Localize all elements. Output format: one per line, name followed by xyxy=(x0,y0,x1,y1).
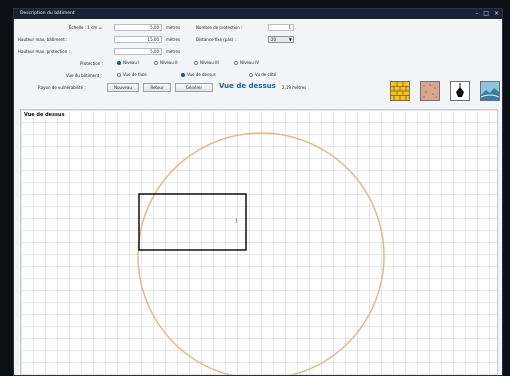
protection-label: Protection : xyxy=(80,61,103,66)
distance-label: Distance fixe (pas) : xyxy=(196,37,237,42)
chevron-down-icon: ▼ xyxy=(288,37,292,42)
view-subtitle: 2,19 mètres xyxy=(282,85,307,90)
hauteur-protection-unit: mètres xyxy=(166,49,181,54)
nombre-protection-label: Nombre de protection : xyxy=(196,25,243,30)
protection-radio-niveau-2[interactable]: Niveau II xyxy=(154,60,178,65)
retour-button[interactable]: Retour xyxy=(143,83,171,92)
window-controls: – □ × xyxy=(475,9,499,19)
brick-wall-button[interactable] xyxy=(390,81,410,101)
top-view-drawing: ! xyxy=(137,132,385,375)
radio-icon xyxy=(234,60,238,65)
radio-icon xyxy=(194,60,198,65)
radio-icon xyxy=(154,60,158,65)
vue-radio-face[interactable]: Vue de face xyxy=(117,72,147,77)
minimize-icon[interactable]: – xyxy=(475,9,478,19)
distance-select[interactable]: 20 ▼ xyxy=(268,36,294,43)
vue-radio-dessus[interactable]: Vue de dessus xyxy=(181,72,216,77)
nouveau-button[interactable]: Nouveau xyxy=(107,83,139,92)
vue-radio-cote[interactable]: Vu de côté xyxy=(249,72,276,77)
view-title: Vue de dessus xyxy=(219,82,276,90)
close-icon[interactable]: × xyxy=(494,9,499,19)
maximize-icon[interactable]: □ xyxy=(483,9,489,19)
echelle-unit: mètres xyxy=(166,25,181,30)
generer-button[interactable]: Générer xyxy=(175,83,213,92)
title-bar: Description du bâtiment – □ × xyxy=(14,9,502,19)
texture-icon xyxy=(421,82,439,100)
lightning-rod-icon xyxy=(451,82,469,100)
lightning-rod-marker: ! xyxy=(235,218,237,225)
building-description-window: Description du bâtiment – □ × Échelle : … xyxy=(13,8,503,376)
echelle-input[interactable]: 5,00 xyxy=(114,24,162,31)
parameters-form: Échelle : 1 cm = 5,00 mètres Nombre de p… xyxy=(14,19,502,107)
brick-wall-icon xyxy=(391,82,409,100)
protection-radio-niveau-1[interactable]: Niveau I xyxy=(117,60,139,65)
radio-selected-icon xyxy=(117,60,121,65)
window-title: Description du bâtiment xyxy=(20,11,75,16)
rayon-label: Rayon de vulnérabilité : xyxy=(38,85,86,90)
hauteur-protection-label: Hauteur max. protection : xyxy=(18,49,70,54)
hauteur-protection-input[interactable]: 5,00 xyxy=(114,48,162,55)
distance-select-value: 20 xyxy=(271,37,277,42)
texture-button[interactable] xyxy=(420,81,440,101)
vue-label: Vue du bâtiment : xyxy=(66,73,102,78)
drawing-canvas[interactable]: Vue de dessus ! xyxy=(20,109,498,375)
landscape-icon xyxy=(480,82,500,100)
radio-selected-icon xyxy=(181,72,185,77)
radio-icon xyxy=(249,72,253,77)
echelle-label: Échelle : 1 cm = xyxy=(69,25,102,30)
landscape-button[interactable] xyxy=(480,81,500,101)
hauteur-batiment-unit: mètres xyxy=(166,37,181,42)
protection-radio-niveau-4[interactable]: Niveau IV xyxy=(234,60,259,65)
hauteur-batiment-label: Hauteur max. bâtiment : xyxy=(18,37,68,42)
protection-radius-circle xyxy=(137,132,385,375)
nombre-protection-input[interactable]: 1 xyxy=(268,24,294,31)
building-outline xyxy=(138,193,247,251)
hauteur-batiment-input[interactable]: 15,00 xyxy=(114,36,162,43)
protection-radio-niveau-3[interactable]: Niveau III xyxy=(194,60,219,65)
lightning-rod-button[interactable] xyxy=(450,81,470,101)
radio-icon xyxy=(117,72,121,77)
